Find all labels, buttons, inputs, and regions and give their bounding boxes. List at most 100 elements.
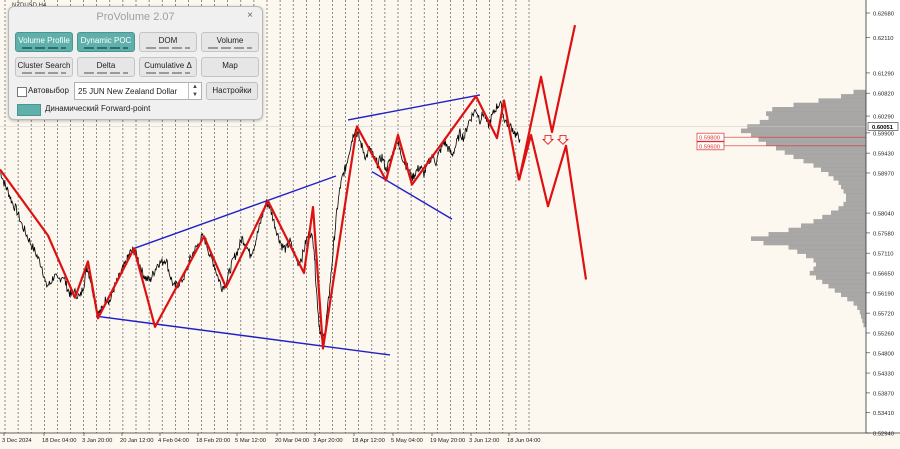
price-tick-label: 0.59430	[873, 152, 894, 158]
volume-profile-button[interactable]: Volume Profile	[15, 32, 73, 52]
volume-button[interactable]: Volume	[201, 32, 259, 52]
volume-profile-bar	[759, 119, 866, 125]
cluster-search-label: Cluster Search	[17, 61, 71, 70]
autoselect-checkbox[interactable]	[17, 87, 27, 97]
time-tick-label: 20 Mar 04:00	[275, 438, 309, 444]
volume-profile-bar	[853, 89, 866, 95]
dom-label: DOM	[158, 36, 178, 45]
volume-profile-bar	[843, 188, 866, 194]
button-indicator	[22, 72, 66, 74]
volume-profile-bar	[801, 223, 866, 229]
volume-profile-label: Volume Profile	[18, 36, 70, 45]
volume-profile-bar	[741, 128, 866, 134]
volume-profile-bar	[818, 98, 866, 103]
contract-select[interactable]: 25 JUN New Zealand Dollar ▲ ▼	[74, 82, 202, 100]
map-label: Map	[222, 61, 238, 70]
button-indicator	[84, 72, 128, 74]
price-tick-label: 0.62680	[873, 12, 894, 18]
price-tick-label: 0.58970	[873, 171, 894, 177]
volume-profile-bar	[822, 279, 866, 285]
settings-button[interactable]: Настройки	[206, 82, 258, 100]
autoselect-label: Автовыбор	[28, 86, 69, 95]
time-tick-label: 3 Dec 2024	[2, 438, 32, 444]
delta-label: Delta	[96, 61, 116, 70]
dynamic-poc-label: Dynamic POC	[80, 36, 132, 45]
volume-profile-bar	[768, 232, 866, 237]
dynamic-poc-button[interactable]: Dynamic POC	[77, 32, 135, 52]
time-tick-label: 4 Feb 04:00	[158, 438, 189, 444]
price-tick-label: 0.56190	[873, 291, 894, 297]
time-tick-label: 19 May 20:00	[430, 438, 465, 444]
chevron-updown-icon[interactable]: ▲ ▼	[188, 83, 201, 99]
volume-profile-bar	[816, 262, 866, 267]
volume-label: Volume	[216, 36, 244, 45]
cumulative-delta-button[interactable]: Cumulative Δ	[139, 57, 197, 77]
cumulative-delta-label: Cumulative Δ	[144, 61, 192, 70]
volume-profile-bar	[821, 167, 866, 172]
volume-profile-bar	[784, 150, 866, 155]
volume-profile-bar	[838, 206, 866, 211]
volume-profile-bar	[758, 137, 866, 142]
price-level-label: 0.59600	[699, 144, 720, 150]
volume-profile-bar	[841, 292, 866, 298]
volume-profile-bar	[843, 201, 866, 207]
price-level-label: 0.59800	[699, 136, 720, 142]
panel-title: ProVolume 2.07	[96, 11, 175, 23]
volume-profile-bar	[834, 288, 866, 293]
volume-profile-bar	[788, 244, 866, 250]
price-tick-label: 0.55260	[873, 331, 894, 337]
price-tick-label: 0.54330	[873, 372, 894, 378]
time-tick-label: 20 Jan 12:00	[120, 438, 154, 444]
volume-profile-bar	[813, 257, 866, 263]
volume-profile-bar	[813, 266, 866, 272]
time-tick-label: 3 Jun 12:00	[469, 438, 499, 444]
time-tick-label: 5 May 04:00	[391, 438, 423, 444]
volume-profile-bar	[828, 283, 866, 289]
price-tick-label: 0.57580	[873, 231, 894, 237]
volume-profile-bar	[833, 175, 866, 181]
price-tick-label: 0.52940	[873, 432, 894, 438]
contract-value: 25 JUN New Zealand Dollar	[78, 87, 178, 96]
price-tick-label: 0.57110	[873, 252, 894, 258]
volume-profile-bar	[766, 141, 866, 147]
volume-profile-bar	[861, 313, 866, 319]
delta-button[interactable]: Delta	[77, 57, 135, 77]
volume-profile-bar	[766, 111, 866, 116]
volume-profile-bar	[816, 275, 866, 280]
volume-profile-bar	[822, 214, 866, 220]
volume-profile-bar	[768, 115, 866, 121]
price-tick-label: 0.59900	[873, 131, 894, 137]
volume-profile-bar	[751, 236, 866, 241]
cluster-search-button[interactable]: Cluster Search	[15, 57, 73, 77]
map-button[interactable]: Map	[201, 57, 259, 77]
volume-profile-bar	[776, 145, 866, 151]
price-tick-label: 0.60290	[873, 115, 894, 121]
button-indicator	[22, 47, 66, 49]
volume-profile-bar	[859, 309, 866, 315]
time-tick-label: 3 Jan 20:00	[82, 438, 112, 444]
time-tick-label: 5 Mar 12:00	[235, 438, 266, 444]
volume-profile-bar	[813, 219, 866, 224]
volume-profile-bar	[831, 210, 866, 216]
price-tick-label: 0.61290	[873, 71, 894, 77]
button-indicator	[84, 47, 128, 49]
volume-profile-bar	[809, 270, 866, 276]
forward-point-label: Динамический Forward-point	[45, 104, 151, 113]
price-tick-label: 0.53870	[873, 391, 894, 397]
button-indicator	[146, 72, 190, 74]
price-tick-label: 0.55720	[873, 312, 894, 318]
close-icon[interactable]: ×	[244, 10, 256, 22]
volume-profile-bar	[797, 249, 866, 254]
volume-profile-bar	[846, 193, 866, 198]
price-tick-label: 0.60820	[873, 92, 894, 98]
time-tick-label: 18 Dec 04:00	[42, 438, 76, 444]
provolume-panel[interactable]: ProVolume 2.07 × Volume Profile Dynamic …	[8, 6, 263, 120]
current-price-label: 0.60051	[872, 125, 894, 131]
volume-profile-bar	[788, 227, 866, 233]
forward-point-toggle[interactable]	[17, 104, 41, 116]
volume-profile-bar	[838, 180, 866, 185]
time-tick-label: 18 Apr 12:00	[352, 438, 385, 444]
dom-button[interactable]: DOM	[139, 32, 197, 52]
time-tick-label: 18 Jun 04:00	[507, 438, 541, 444]
button-indicator	[146, 47, 190, 49]
